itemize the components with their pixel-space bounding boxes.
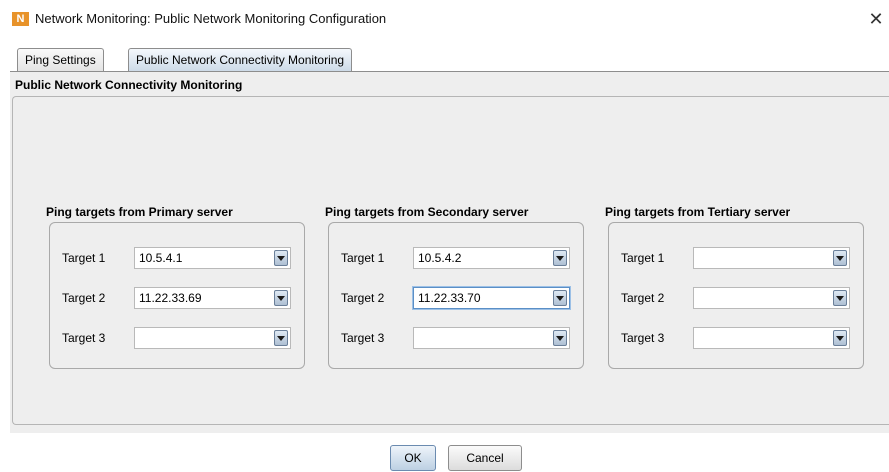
- chevron-down-icon[interactable]: [833, 250, 847, 266]
- secondary-target-3-combo[interactable]: [413, 327, 570, 349]
- tab-public-network-connectivity-monitoring[interactable]: Public Network Connectivity Monitoring: [128, 48, 353, 72]
- group-primary-server: Ping targets from Primary server Target …: [46, 205, 305, 369]
- cancel-button[interactable]: Cancel: [448, 445, 522, 471]
- primary-target-1-combo[interactable]: 10.5.4.1: [134, 247, 291, 269]
- panel-heading: Public Network Connectivity Monitoring: [15, 78, 243, 92]
- app-logo-icon: N: [12, 12, 29, 26]
- panel-border: Ping targets from Primary server Target …: [12, 96, 889, 425]
- tab-content-panel: Public Network Connectivity Monitoring P…: [10, 71, 889, 433]
- secondary-target-1-combo[interactable]: 10.5.4.2: [413, 247, 570, 269]
- chevron-down-icon[interactable]: [833, 330, 847, 346]
- target-label: Target 3: [341, 331, 385, 345]
- chevron-down-icon[interactable]: [553, 290, 567, 306]
- chevron-down-icon[interactable]: [274, 250, 288, 266]
- combo-value: 10.5.4.2: [418, 251, 462, 265]
- tab-bar: Ping Settings Public Network Connectivit…: [10, 48, 889, 72]
- window-title: Network Monitoring: Public Network Monit…: [35, 11, 387, 26]
- chevron-down-icon[interactable]: [274, 290, 288, 306]
- combo-value: 10.5.4.1: [139, 251, 183, 265]
- target-row: Target 1 10.5.4.2: [341, 247, 571, 269]
- chevron-down-icon[interactable]: [833, 290, 847, 306]
- tertiary-target-1-combo[interactable]: [693, 247, 850, 269]
- target-row: Target 2 11.22.33.70: [341, 287, 571, 309]
- target-label: Target 1: [62, 251, 106, 265]
- tab-ping-settings[interactable]: Ping Settings: [17, 48, 104, 71]
- primary-target-2-combo[interactable]: 11.22.33.69: [134, 287, 291, 309]
- target-row: Target 1: [621, 247, 851, 269]
- group-title: Ping targets from Tertiary server: [605, 205, 791, 219]
- primary-target-3-combo[interactable]: [134, 327, 291, 349]
- group-tertiary-server: Ping targets from Tertiary server Target…: [605, 205, 864, 369]
- target-row: Target 3: [621, 327, 851, 349]
- combo-value: 11.22.33.70: [418, 291, 481, 305]
- tertiary-target-2-combo[interactable]: [693, 287, 850, 309]
- close-icon[interactable]: ✕: [865, 8, 887, 30]
- target-label: Target 2: [341, 291, 385, 305]
- ok-button[interactable]: OK: [390, 445, 436, 471]
- target-label: Target 1: [341, 251, 385, 265]
- target-label: Target 1: [621, 251, 665, 265]
- combo-value: 11.22.33.69: [139, 291, 202, 305]
- chevron-down-icon[interactable]: [274, 330, 288, 346]
- target-row: Target 2 11.22.33.69: [62, 287, 292, 309]
- dialog-window: N Network Monitoring: Public Network Mon…: [0, 0, 889, 472]
- chevron-down-icon[interactable]: [553, 330, 567, 346]
- group-secondary-server: Ping targets from Secondary server Targe…: [325, 205, 584, 369]
- target-row: Target 2: [621, 287, 851, 309]
- target-row: Target 1 10.5.4.1: [62, 247, 292, 269]
- chevron-down-icon[interactable]: [553, 250, 567, 266]
- group-title: Ping targets from Primary server: [46, 205, 233, 219]
- target-row: Target 3: [341, 327, 571, 349]
- target-label: Target 3: [621, 331, 665, 345]
- title-bar: N Network Monitoring: Public Network Mon…: [0, 0, 889, 44]
- tertiary-target-3-combo[interactable]: [693, 327, 850, 349]
- target-label: Target 2: [621, 291, 665, 305]
- secondary-target-2-combo[interactable]: 11.22.33.70: [413, 287, 570, 309]
- target-label: Target 2: [62, 291, 106, 305]
- group-title: Ping targets from Secondary server: [325, 205, 529, 219]
- target-label: Target 3: [62, 331, 106, 345]
- target-row: Target 3: [62, 327, 292, 349]
